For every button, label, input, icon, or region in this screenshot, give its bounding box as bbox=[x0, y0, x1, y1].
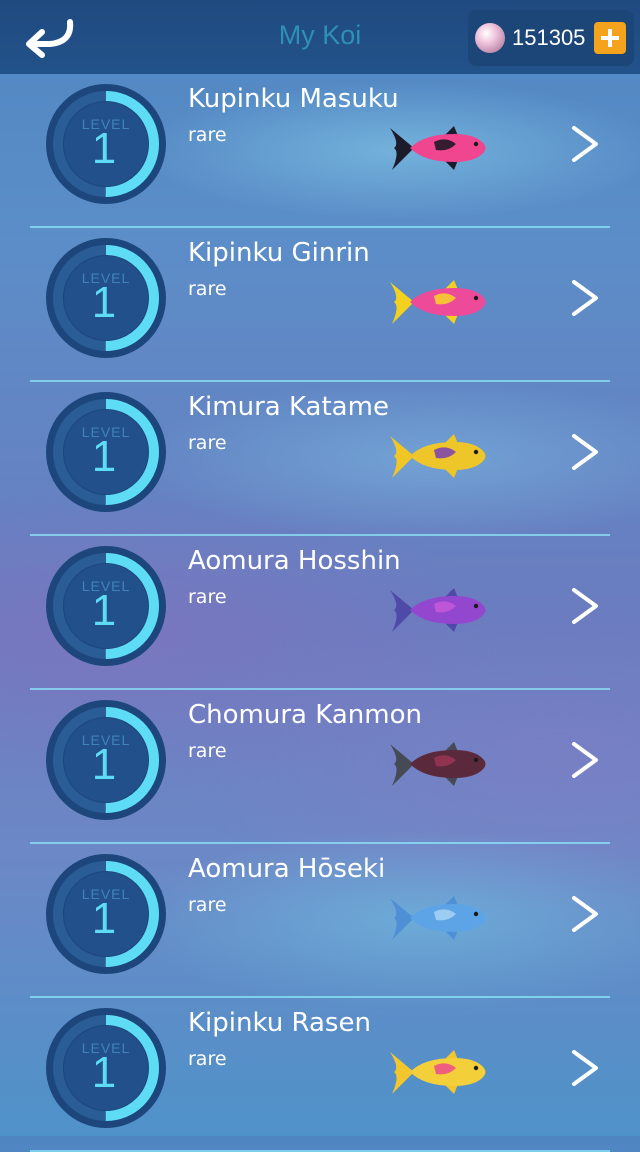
koi-name: Aomura Hosshin bbox=[188, 546, 401, 576]
koi-row[interactable]: LEVEL 1 Aomura Hosshin rare bbox=[0, 536, 640, 690]
koi-fish-image bbox=[384, 1046, 490, 1098]
koi-rarity: rare bbox=[188, 432, 227, 454]
koi-name: Kipinku Ginrin bbox=[188, 238, 370, 268]
chevron-right-icon[interactable] bbox=[568, 586, 602, 626]
koi-rarity: rare bbox=[188, 124, 227, 146]
level-number: 1 bbox=[91, 432, 117, 481]
koi-name: Kimura Katame bbox=[188, 392, 389, 422]
koi-name: Chomura Kanmon bbox=[188, 700, 422, 730]
chevron-right-icon[interactable] bbox=[568, 740, 602, 780]
koi-list: LEVEL 1 Kupinku Masuku rare LEVEL 1 Kipi… bbox=[0, 74, 640, 1152]
chevron-right-icon[interactable] bbox=[568, 432, 602, 472]
koi-rarity: rare bbox=[188, 586, 227, 608]
koi-rarity: rare bbox=[188, 740, 227, 762]
koi-name: Kipinku Rasen bbox=[188, 1008, 371, 1038]
chevron-right-icon[interactable] bbox=[568, 278, 602, 318]
koi-fish-image bbox=[384, 122, 490, 174]
koi-fish-image bbox=[384, 276, 490, 328]
pearl-icon bbox=[475, 23, 505, 53]
koi-row[interactable]: LEVEL 1 Kimura Katame rare bbox=[0, 382, 640, 536]
chevron-right-icon[interactable] bbox=[568, 1048, 602, 1088]
koi-row[interactable]: LEVEL 1 Kipinku Ginrin rare bbox=[0, 228, 640, 382]
koi-row[interactable]: LEVEL 1 Chomura Kanmon rare bbox=[0, 690, 640, 844]
level-number: 1 bbox=[91, 124, 117, 173]
koi-rarity: rare bbox=[188, 1048, 227, 1070]
pearl-balance: 151305 bbox=[468, 10, 634, 66]
koi-fish-image bbox=[384, 738, 490, 790]
koi-fish-image bbox=[384, 430, 490, 482]
top-bar: My Koi 151305 bbox=[0, 0, 640, 74]
koi-fish-image bbox=[384, 892, 490, 944]
pearl-count: 151305 bbox=[512, 25, 586, 50]
koi-name: Kupinku Masuku bbox=[188, 84, 399, 114]
add-pearls-button[interactable] bbox=[594, 22, 626, 54]
koi-row[interactable]: LEVEL 1 Kupinku Masuku rare bbox=[0, 74, 640, 228]
chevron-right-icon[interactable] bbox=[568, 124, 602, 164]
koi-row[interactable]: LEVEL 1 Kipinku Rasen rare bbox=[0, 998, 640, 1152]
koi-rarity: rare bbox=[188, 278, 227, 300]
koi-rarity: rare bbox=[188, 894, 227, 916]
chevron-right-icon[interactable] bbox=[568, 894, 602, 934]
level-number: 1 bbox=[91, 278, 117, 327]
koi-row[interactable]: LEVEL 1 Aomura Hōseki rare bbox=[0, 844, 640, 998]
koi-name: Aomura Hōseki bbox=[188, 854, 386, 884]
level-number: 1 bbox=[91, 586, 117, 635]
level-number: 1 bbox=[91, 1048, 117, 1097]
level-number: 1 bbox=[91, 740, 117, 789]
level-number: 1 bbox=[91, 894, 117, 943]
koi-fish-image bbox=[384, 584, 490, 636]
